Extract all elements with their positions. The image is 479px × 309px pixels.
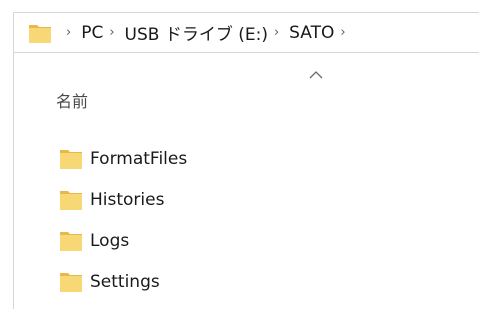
chevron-right-icon[interactable]: ›	[274, 25, 279, 40]
list-item[interactable]: Logs	[13, 220, 479, 261]
chevron-right-icon[interactable]: ›	[66, 25, 71, 40]
list-item[interactable]: Settings	[13, 261, 479, 302]
file-explorer-window: › PC › USB ドライブ (E:) › SATO › 名前 FormatF…	[0, 0, 479, 309]
folder-icon	[60, 149, 82, 169]
address-bar[interactable]: › PC › USB ドライブ (E:) › SATO ›	[13, 12, 479, 53]
breadcrumb-pc[interactable]: PC	[81, 23, 103, 43]
file-list: FormatFiles Histories Logs Settings	[13, 138, 479, 302]
file-name: Logs	[90, 230, 130, 251]
chevron-right-icon[interactable]: ›	[109, 25, 114, 40]
folder-icon	[60, 272, 82, 292]
column-header-label: 名前	[56, 92, 89, 111]
breadcrumb-sato[interactable]: SATO	[289, 23, 334, 43]
list-item[interactable]: Histories	[13, 179, 479, 220]
column-header-name[interactable]: 名前	[13, 62, 479, 122]
sort-ascending-icon	[309, 71, 323, 79]
breadcrumb-usb-drive[interactable]: USB ドライブ (E:)	[125, 20, 268, 45]
folder-icon	[29, 24, 51, 43]
folder-icon	[60, 231, 82, 251]
chevron-right-icon[interactable]: ›	[340, 25, 345, 40]
file-name: Histories	[90, 189, 165, 210]
list-item[interactable]: FormatFiles	[13, 138, 479, 179]
file-name: Settings	[90, 271, 160, 292]
folder-icon	[60, 190, 82, 210]
file-name: FormatFiles	[90, 148, 188, 169]
